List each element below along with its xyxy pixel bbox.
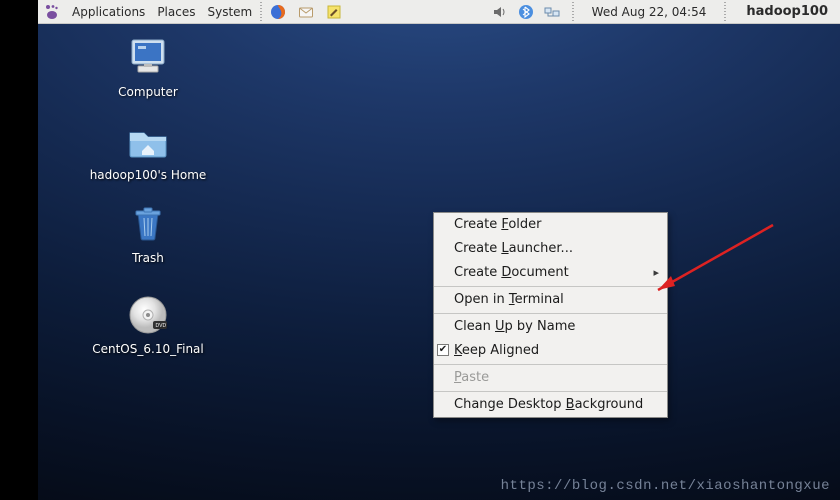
menubar-right: Wed Aug 22, 04:54 hadoop100	[492, 0, 840, 23]
menu-applications[interactable]: Applications	[66, 0, 151, 23]
menu-change-background[interactable]: Change Desktop Background	[434, 393, 667, 417]
desktop-context-menu: Create Folder Create Launcher... Create …	[433, 212, 668, 418]
dvd-icon: DVD	[124, 291, 172, 339]
menu-create-launcher[interactable]: Create Launcher...	[434, 237, 667, 261]
watermark-text: https://blog.csdn.net/xiaoshantongxue	[501, 478, 830, 494]
notes-launcher[interactable]	[320, 0, 348, 23]
menu-open-terminal[interactable]: Open in Terminal	[434, 288, 667, 312]
bluetooth-icon[interactable]	[518, 4, 534, 20]
screen: Applications Places System	[0, 0, 840, 500]
menubar-separator	[260, 2, 262, 22]
top-menubar: Applications Places System	[38, 0, 840, 24]
mail-launcher[interactable]	[292, 0, 320, 23]
desktop-icon-cdrom[interactable]: DVD CentOS_6.10_Final	[38, 291, 258, 356]
clock-text[interactable]: Wed Aug 22, 04:54	[586, 0, 713, 23]
menubar-separator-right	[572, 2, 574, 22]
menu-places[interactable]: Places	[151, 0, 201, 23]
desktop-icon-trash[interactable]: Trash	[38, 200, 258, 265]
menu-separator	[434, 364, 667, 365]
network-icon[interactable]	[544, 4, 560, 20]
keep-aligned-checkbox[interactable]: ✔	[437, 344, 449, 356]
menu-keep-aligned[interactable]: ✔ Keep Aligned	[434, 339, 667, 363]
cdrom-label: CentOS_6.10_Final	[92, 342, 204, 356]
firefox-icon	[270, 4, 286, 20]
notepad-icon	[326, 4, 342, 20]
menu-separator	[434, 313, 667, 314]
svg-text:DVD: DVD	[156, 323, 167, 329]
home-label: hadoop100's Home	[90, 168, 207, 182]
menu-separator	[434, 391, 667, 392]
computer-icon	[124, 34, 172, 82]
menu-create-folder[interactable]: Create Folder	[434, 213, 667, 237]
envelope-icon	[298, 4, 314, 20]
menubar-separator-host	[724, 2, 726, 22]
gnome-foot-icon[interactable]	[38, 0, 66, 23]
menu-system[interactable]: System	[201, 0, 258, 23]
desktop-icon-home[interactable]: hadoop100's Home	[38, 117, 258, 182]
desktop-icon-computer[interactable]: Computer	[38, 34, 258, 99]
trash-icon	[124, 200, 172, 248]
black-margin	[0, 0, 38, 500]
desktop-icons: Computer hadoop100's Home Trash	[38, 28, 258, 356]
home-folder-icon	[124, 117, 172, 165]
computer-label: Computer	[118, 85, 178, 99]
firefox-launcher[interactable]	[264, 0, 292, 23]
menu-paste: Paste	[434, 366, 667, 390]
menubar-left: Applications Places System	[38, 0, 348, 23]
hostname-label[interactable]: hadoop100	[738, 0, 834, 23]
menu-create-document[interactable]: Create Document	[434, 261, 667, 285]
menu-clean-up[interactable]: Clean Up by Name	[434, 315, 667, 339]
trash-label: Trash	[132, 251, 164, 265]
desktop[interactable]: Applications Places System	[38, 0, 840, 500]
volume-icon[interactable]	[492, 4, 508, 20]
menu-separator	[434, 286, 667, 287]
